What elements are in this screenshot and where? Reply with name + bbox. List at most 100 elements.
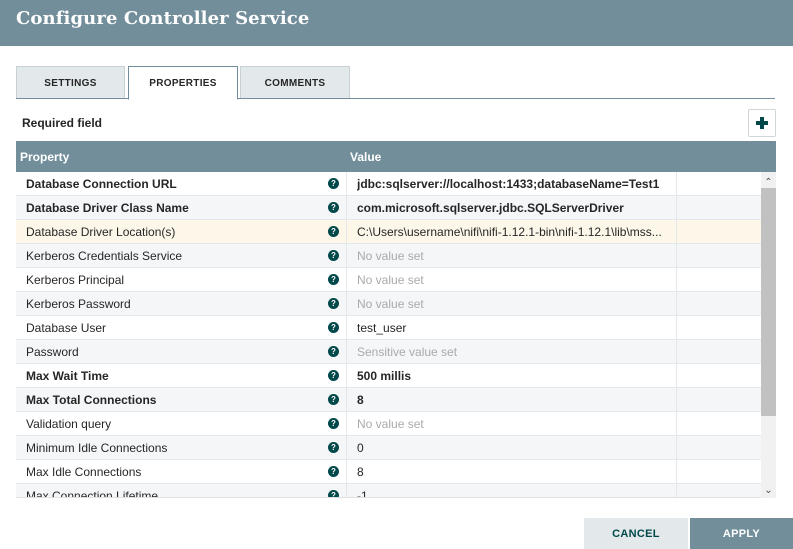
table-row[interactable]: Database Connection URL? jdbc:sqlserver:/… bbox=[16, 172, 761, 196]
cell-divider bbox=[676, 316, 677, 340]
help-circle-icon[interactable]: ? bbox=[328, 418, 339, 429]
help-circle-icon[interactable]: ? bbox=[328, 394, 339, 405]
help-circle-icon[interactable]: ? bbox=[328, 322, 339, 333]
cell-divider bbox=[346, 340, 347, 364]
property-value[interactable]: No value set bbox=[357, 273, 673, 287]
property-value[interactable]: test_user bbox=[357, 321, 673, 335]
cell-divider bbox=[676, 436, 677, 460]
table-row[interactable]: Validation query? No value set bbox=[16, 412, 761, 436]
cell-divider bbox=[676, 172, 677, 196]
cell-divider bbox=[676, 340, 677, 364]
property-value[interactable]: com.microsoft.sqlserver.jdbc.SQLServerDr… bbox=[357, 201, 673, 215]
cell-divider bbox=[346, 172, 347, 196]
scroll-down-icon[interactable]: ⌄ bbox=[761, 482, 776, 498]
cell-divider bbox=[676, 388, 677, 412]
property-value[interactable]: Sensitive value set bbox=[357, 345, 673, 359]
cell-divider bbox=[346, 388, 347, 412]
cell-divider bbox=[346, 460, 347, 484]
property-value[interactable]: 0 bbox=[357, 441, 673, 455]
property-name: Database Driver Class Name bbox=[26, 201, 189, 215]
help-circle-icon[interactable]: ? bbox=[328, 466, 339, 477]
table-row[interactable]: Max Idle Connections? 8 bbox=[16, 460, 761, 484]
dialog-header: Configure Controller Service bbox=[0, 0, 793, 46]
help-circle-icon[interactable]: ? bbox=[328, 202, 339, 213]
property-name: Kerberos Principal bbox=[26, 273, 125, 287]
property-name: Max Connection Lifetime bbox=[26, 489, 159, 498]
table-row[interactable]: Minimum Idle Connections? 0 bbox=[16, 436, 761, 460]
table-row[interactable]: Kerberos Password? No value set bbox=[16, 292, 761, 316]
cell-divider bbox=[346, 196, 347, 220]
property-value[interactable]: 8 bbox=[357, 465, 673, 479]
property-value[interactable]: No value set bbox=[357, 249, 673, 263]
cell-divider bbox=[346, 412, 347, 436]
table-row[interactable]: Kerberos Principal? No value set bbox=[16, 268, 761, 292]
properties-grid: Database Connection URL? jdbc:sqlserver:/… bbox=[16, 172, 761, 498]
grid-header: Property Value bbox=[16, 141, 776, 172]
table-row[interactable]: Max Total Connections? 8 bbox=[16, 388, 761, 412]
property-name: Database Driver Location(s) bbox=[26, 225, 176, 239]
cell-divider bbox=[346, 268, 347, 292]
tab-settings[interactable]: SETTINGS bbox=[16, 66, 125, 99]
property-value[interactable]: jdbc:sqlserver://localhost:1433;database… bbox=[357, 177, 673, 191]
table-row[interactable]: Database Driver Class Name? com.microsoft… bbox=[16, 196, 761, 220]
apply-button[interactable]: APPLY bbox=[690, 518, 793, 549]
property-value[interactable]: No value set bbox=[357, 417, 673, 431]
scroll-up-icon[interactable]: ⌃ bbox=[761, 174, 776, 190]
property-name: Password bbox=[26, 345, 79, 359]
help-circle-icon[interactable]: ? bbox=[328, 442, 339, 453]
cancel-button[interactable]: CANCEL bbox=[584, 518, 688, 549]
required-field-label: Required field bbox=[22, 116, 103, 130]
help-circle-icon[interactable]: ? bbox=[328, 226, 339, 237]
tab-comments[interactable]: COMMENTS bbox=[240, 66, 350, 99]
cell-divider bbox=[676, 484, 677, 497]
dialog-title: Configure Controller Service bbox=[16, 8, 310, 29]
help-circle-icon[interactable]: ? bbox=[328, 490, 339, 497]
cell-divider bbox=[676, 364, 677, 388]
help-circle-icon[interactable]: ? bbox=[328, 250, 339, 261]
cell-divider bbox=[346, 364, 347, 388]
property-name: Max Wait Time bbox=[26, 369, 109, 383]
cell-divider bbox=[346, 244, 347, 268]
scrollbar-thumb[interactable] bbox=[761, 188, 776, 416]
add-property-button[interactable] bbox=[748, 109, 776, 137]
column-header-property[interactable]: Property bbox=[20, 150, 69, 164]
property-value[interactable]: 500 millis bbox=[357, 369, 673, 383]
property-value[interactable]: -1 bbox=[357, 489, 673, 497]
property-name: Max Idle Connections bbox=[26, 465, 142, 479]
property-name: Kerberos Password bbox=[26, 297, 131, 311]
cell-divider bbox=[676, 220, 677, 244]
table-row[interactable]: Password? Sensitive value set bbox=[16, 340, 761, 364]
property-name: Minimum Idle Connections bbox=[26, 441, 168, 455]
table-row[interactable]: Database Driver Location(s)? C:\Users\use… bbox=[16, 220, 761, 244]
cell-divider bbox=[676, 268, 677, 292]
table-row[interactable]: Max Connection Lifetime? -1 bbox=[16, 484, 761, 498]
plus-icon bbox=[756, 117, 768, 129]
property-name: Database User bbox=[26, 321, 107, 335]
property-name: Database Connection URL bbox=[26, 177, 177, 191]
property-name: Kerberos Credentials Service bbox=[26, 249, 183, 263]
help-circle-icon[interactable]: ? bbox=[328, 298, 339, 309]
property-name: Max Total Connections bbox=[26, 393, 157, 407]
cell-divider bbox=[346, 436, 347, 460]
help-circle-icon[interactable]: ? bbox=[328, 346, 339, 357]
cell-divider bbox=[676, 292, 677, 316]
table-row[interactable]: Max Wait Time? 500 millis bbox=[16, 364, 761, 388]
cell-divider bbox=[346, 292, 347, 316]
tab-properties[interactable]: PROPERTIES bbox=[128, 66, 238, 100]
cell-divider bbox=[346, 316, 347, 340]
cell-divider bbox=[676, 460, 677, 484]
help-circle-icon[interactable]: ? bbox=[328, 178, 339, 189]
property-name: Validation query bbox=[26, 417, 112, 431]
cell-divider bbox=[346, 220, 347, 244]
table-row[interactable]: Kerberos Credentials Service? No value se… bbox=[16, 244, 761, 268]
cell-divider bbox=[676, 412, 677, 436]
help-circle-icon[interactable]: ? bbox=[328, 370, 339, 381]
table-row[interactable]: Database User? test_user bbox=[16, 316, 761, 340]
property-value[interactable]: C:\Users\username\nifi\nifi-1.12.1-bin\n… bbox=[357, 225, 673, 239]
property-value[interactable]: No value set bbox=[357, 297, 673, 311]
cell-divider bbox=[676, 196, 677, 220]
column-header-value[interactable]: Value bbox=[350, 150, 381, 164]
help-circle-icon[interactable]: ? bbox=[328, 274, 339, 285]
cell-divider bbox=[346, 484, 347, 497]
property-value[interactable]: 8 bbox=[357, 393, 673, 407]
